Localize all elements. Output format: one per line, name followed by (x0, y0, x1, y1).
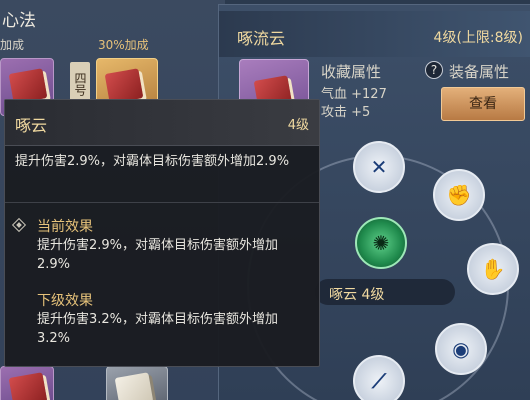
skill-book-name: 啄流云 (237, 29, 286, 48)
palm-icon[interactable]: ✋ (467, 243, 519, 295)
view-button[interactable]: 查看 (441, 87, 525, 121)
current-effect-text: 提升伤害2.9%，对霸体目标伤害额外增加2.9% (37, 238, 279, 272)
divider (5, 202, 319, 203)
book-slot[interactable] (106, 366, 168, 400)
tooltip-header: 啄云 4级 (5, 100, 319, 146)
tooltip-skill-name: 啄云 (15, 116, 48, 135)
crossed-blades-icon[interactable]: ✕ (353, 141, 405, 193)
staff-icon[interactable]: ⟋ (353, 355, 405, 400)
skill-book-level: 4级(上限:8级) (433, 30, 523, 46)
stat-attack: 攻击 +5 (321, 105, 371, 120)
fist-icon[interactable]: ✊ (433, 169, 485, 221)
scorpion-icon[interactable]: ✺ (355, 217, 407, 269)
book-icon (8, 372, 48, 400)
tooltip-skill-level: 4级 (287, 118, 309, 133)
detail-header: 啄流云 4级(上限:8级) (219, 11, 530, 57)
eye-sigil-icon[interactable]: ◉ (435, 323, 487, 375)
equip-attributes-label[interactable]: 装备属性 (449, 61, 509, 82)
selected-skill-label: 啄云 4级 (329, 287, 385, 303)
next-effect-text: 提升伤害3.2%，对霸体目标伤害额外增加3.2% (37, 312, 279, 346)
skill-tooltip: 啄云 4级 提升伤害2.9%，对霸体目标伤害额外增加2.9% 当前效果 提升伤害… (4, 99, 320, 367)
collect-attributes-label: 收藏属性 (321, 63, 382, 81)
current-effect-title: 当前效果 (37, 219, 93, 235)
book-slot[interactable] (0, 366, 54, 400)
left-panel-title: 心法 (2, 11, 36, 31)
stat-hp: 气血 +127 (321, 87, 387, 102)
bonus-percent-label: 30%加成 (98, 38, 149, 52)
next-effect-title: 下级效果 (37, 293, 93, 309)
diamond-bullet-icon (11, 217, 27, 233)
help-icon[interactable]: ? (425, 61, 443, 79)
tooltip-description: 提升伤害2.9%，对霸体目标伤害额外增加2.9% (15, 154, 290, 169)
book-icon (114, 372, 154, 400)
bonus-label: 加成 (0, 38, 25, 52)
